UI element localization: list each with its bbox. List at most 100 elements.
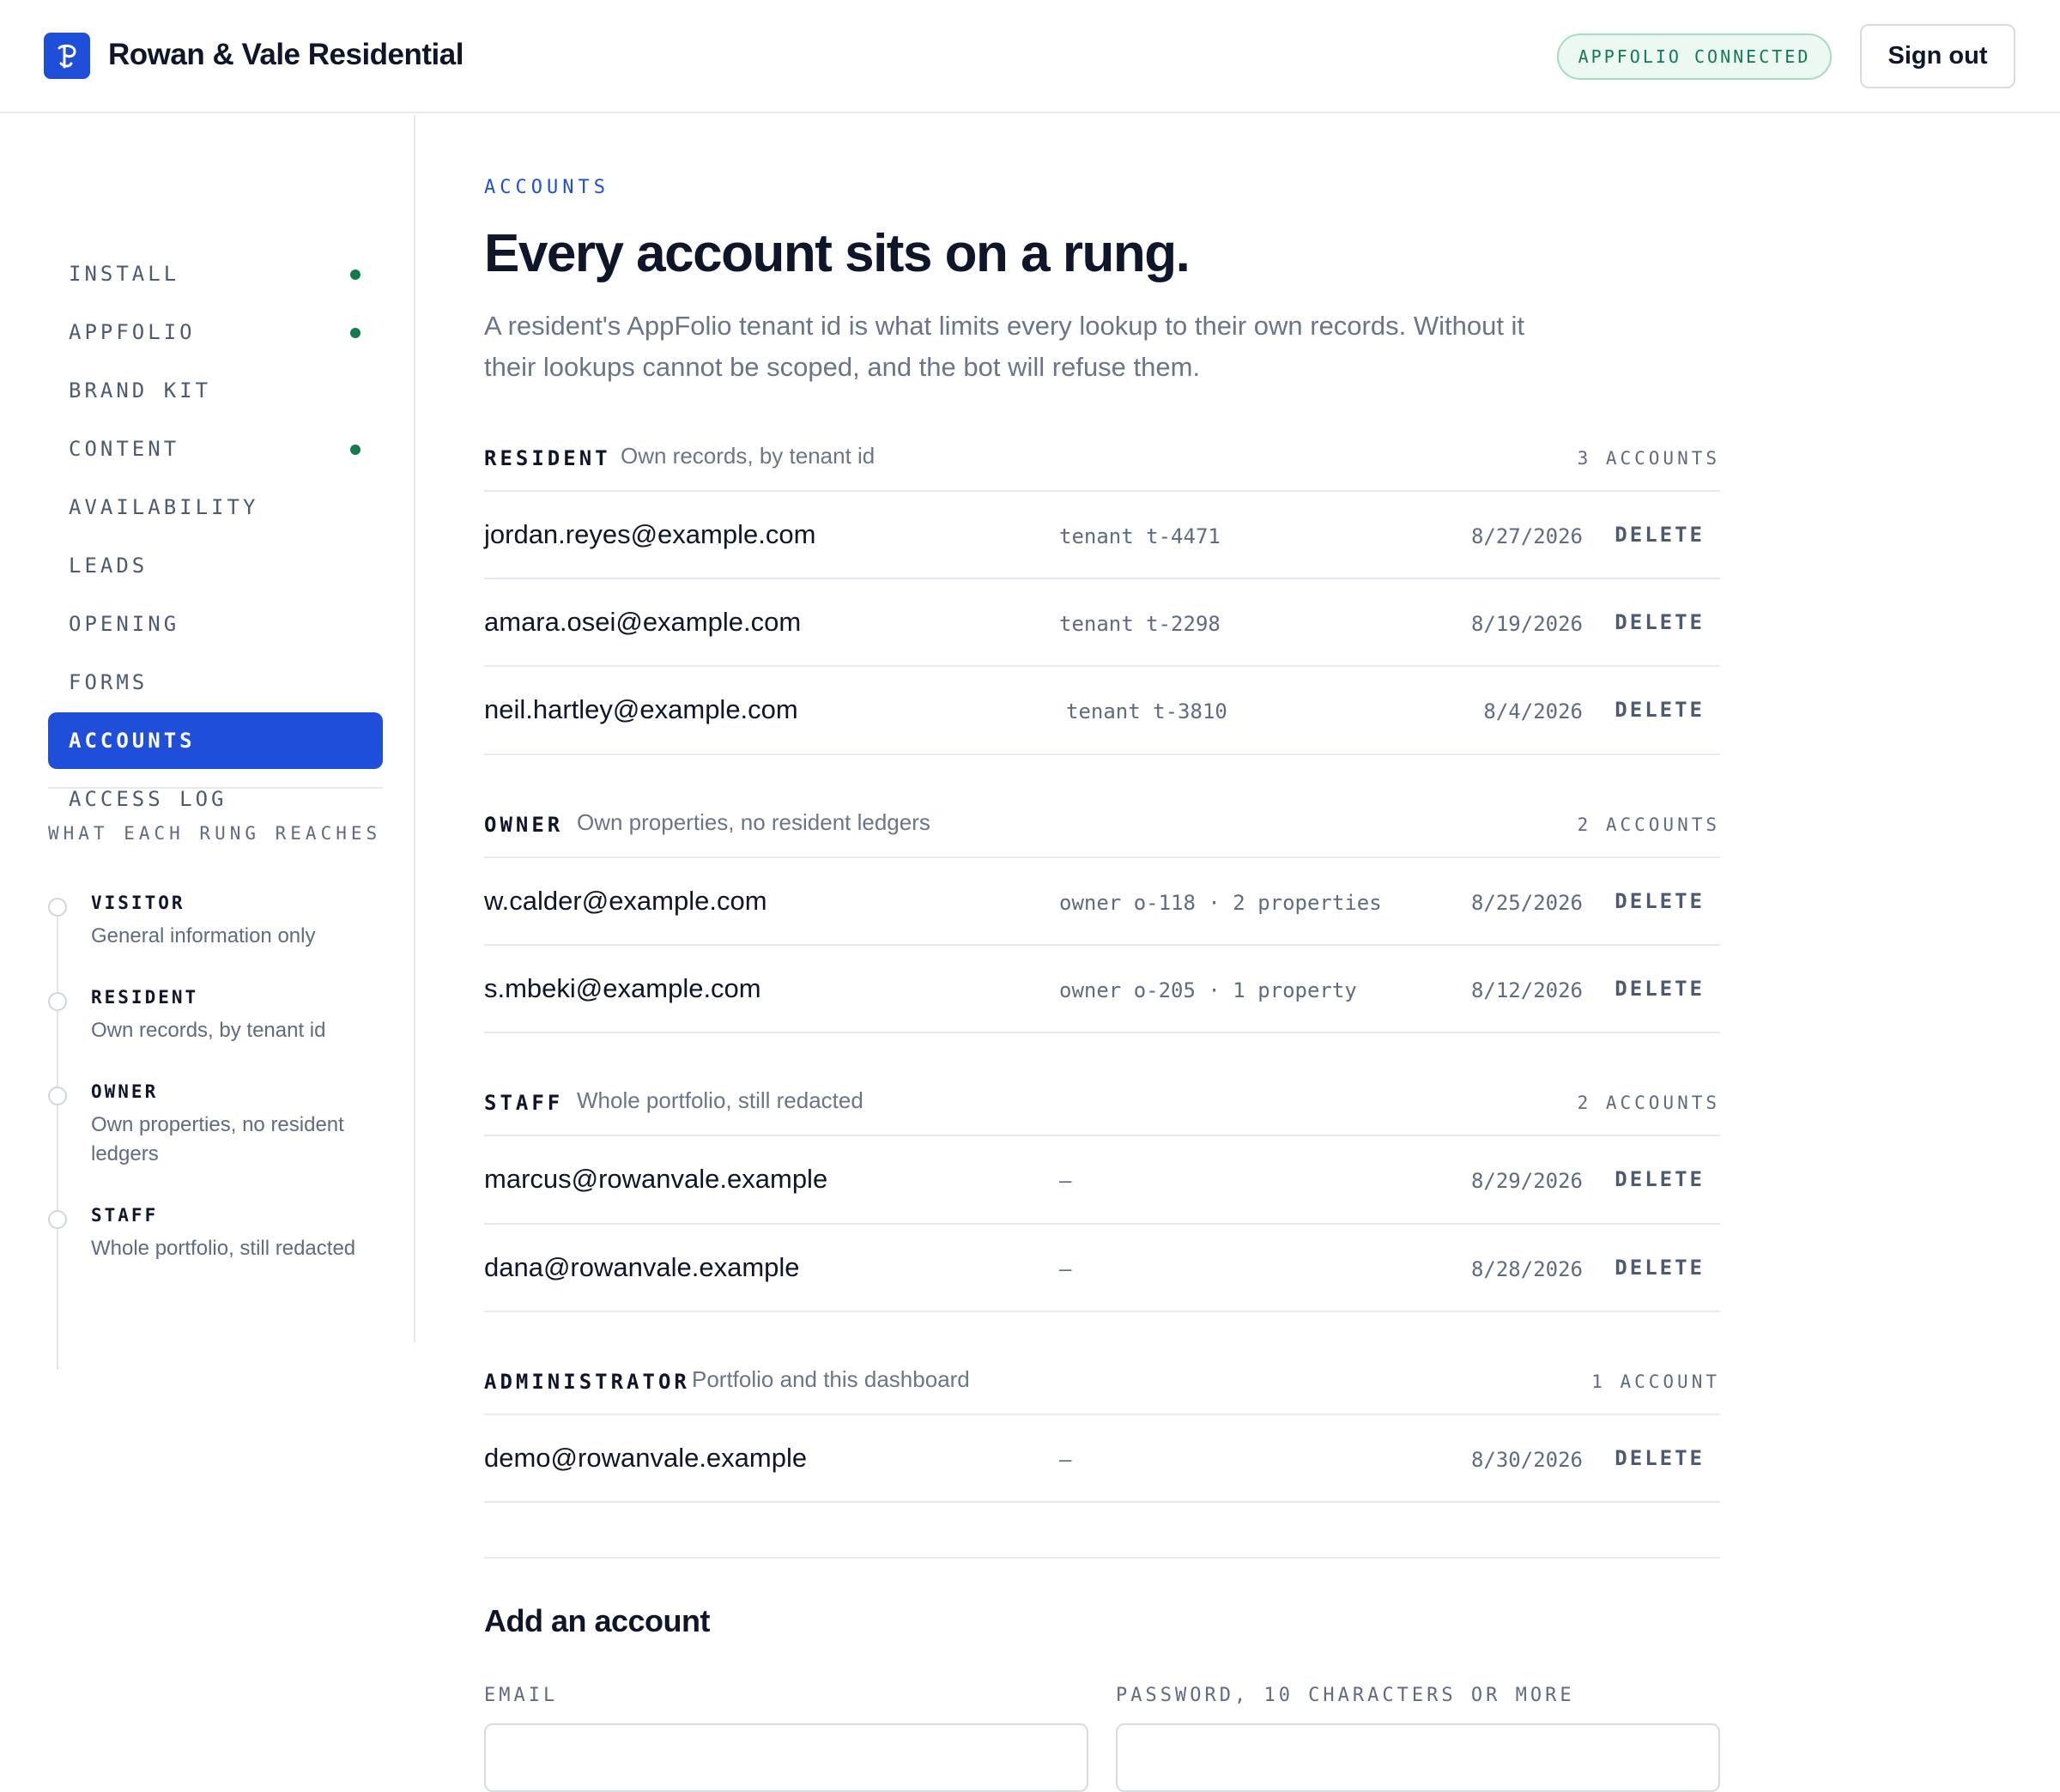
complete-dot-icon: [350, 445, 360, 455]
nav-item-label: AVAILABILITY: [69, 495, 259, 519]
delete-account-button[interactable]: DELETE: [1615, 698, 1705, 722]
account-scope: tenant t-4471: [1059, 524, 1221, 548]
email-input[interactable]: [484, 1723, 1088, 1792]
nav-item-forms[interactable]: FORMS: [48, 654, 383, 711]
group-count: 2 ACCOUNTS: [1577, 1093, 1720, 1113]
nav-item-accounts[interactable]: ACCOUNTS: [48, 712, 383, 769]
account-date: 8/4/2026: [1483, 699, 1583, 723]
group-header-resident: RESIDENT Own records, by tenant id 3 ACC…: [484, 443, 1720, 477]
nav-item-label: ACCOUNTS: [69, 729, 196, 753]
account-date: 8/28/2026: [1470, 1257, 1583, 1281]
section-divider: [484, 1557, 1720, 1559]
account-date: 8/12/2026: [1470, 978, 1583, 1002]
sidebar-divider: [48, 787, 383, 789]
delete-account-button[interactable]: DELETE: [1615, 610, 1705, 634]
rung-description: General information only: [91, 924, 316, 947]
divider: [484, 1032, 1720, 1033]
top-bar: Rowan & Vale Residential APPFOLIO CONNEC…: [0, 0, 2060, 113]
account-row: amara.osei@example.com tenant t-2298 8/1…: [484, 579, 1720, 667]
account-row: demo@rowanvale.example — 8/30/2026 DELET…: [484, 1415, 1720, 1503]
delete-account-button[interactable]: DELETE: [1615, 1167, 1705, 1191]
account-email: jordan.reyes@example.com: [484, 519, 816, 549]
rung-name: VISITOR: [91, 893, 185, 913]
group-description: Whole portfolio, still redacted: [577, 1087, 863, 1113]
sign-out-button[interactable]: Sign out: [1860, 24, 2015, 88]
account-date: 8/25/2026: [1470, 891, 1583, 915]
email-label: EMAIL: [484, 1685, 559, 1706]
brand-logo: [44, 33, 90, 79]
group-name: ADMINISTRATOR: [484, 1370, 690, 1394]
account-scope: owner o-118 · 2 properties: [1059, 891, 1382, 915]
brand-name: Rowan & Vale Residential: [108, 38, 464, 71]
page-title: Every account sits on a rung.: [484, 224, 1191, 283]
group-description: Own properties, no resident ledgers: [577, 809, 930, 835]
password-input[interactable]: [1116, 1723, 1720, 1792]
account-row: jordan.reyes@example.com tenant t-4471 8…: [484, 492, 1720, 579]
divider: [484, 1501, 1720, 1503]
nav-item-label: BRAND KIT: [69, 378, 212, 403]
account-scope: —: [1059, 1257, 1072, 1281]
rung-description: Own properties, no resident ledgers: [91, 1113, 344, 1165]
group-count: 2 ACCOUNTS: [1577, 814, 1720, 835]
nav-item-content[interactable]: CONTENT: [48, 421, 383, 477]
account-row: dana@rowanvale.example — 8/28/2026 DELET…: [484, 1225, 1720, 1312]
account-email: s.mbeki@example.com: [484, 973, 761, 1003]
delete-account-button[interactable]: DELETE: [1615, 1256, 1705, 1280]
nav-item-leads[interactable]: LEADS: [48, 537, 383, 594]
account-scope: owner o-205 · 1 property: [1059, 978, 1357, 1002]
rung-circle-icon: [48, 898, 67, 917]
nav-item-label: OPENING: [69, 612, 180, 636]
section-eyebrow: ACCOUNTS: [484, 177, 609, 198]
account-scope: tenant t-2298: [1059, 612, 1221, 636]
nav-item-label: CONTENT: [69, 437, 180, 461]
account-email: marcus@rowanvale.example: [484, 1164, 828, 1194]
account-row: s.mbeki@example.com owner o-205 · 1 prop…: [484, 946, 1720, 1033]
nav-item-availability[interactable]: AVAILABILITY: [48, 479, 383, 536]
group-name: OWNER: [484, 813, 564, 837]
rung-circle-icon: [48, 1210, 67, 1229]
rung-circle-icon: [48, 992, 67, 1011]
complete-dot-icon: [350, 328, 360, 338]
rungs-heading: WHAT EACH RUNG REACHES: [48, 823, 382, 844]
group-header-staff: STAFF Whole portfolio, still redacted 2 …: [484, 1087, 1720, 1122]
complete-dot-icon: [350, 269, 360, 280]
nav-item-install[interactable]: INSTALL: [48, 245, 383, 302]
nav-item-opening[interactable]: OPENING: [48, 596, 383, 652]
rung-name: STAFF: [91, 1205, 159, 1226]
nav-item-label: APPFOLIO: [69, 320, 196, 344]
account-row: neil.hartley@example.com tenant t-3810 8…: [484, 667, 1720, 754]
nav-item-label: INSTALL: [69, 262, 180, 286]
account-email: amara.osei@example.com: [484, 607, 802, 637]
delete-account-button[interactable]: DELETE: [1615, 977, 1705, 1001]
rung-name: RESIDENT: [91, 987, 199, 1008]
account-email: w.calder@example.com: [484, 886, 767, 916]
nav-item-access-log[interactable]: ACCESS LOG: [48, 771, 383, 827]
delete-account-button[interactable]: DELETE: [1615, 889, 1705, 913]
divider: [484, 754, 1720, 755]
rung-name: OWNER: [91, 1081, 159, 1102]
account-date: 8/30/2026: [1470, 1448, 1583, 1472]
nav-item-brand-kit[interactable]: BRAND KIT: [48, 362, 383, 419]
account-email: neil.hartley@example.com: [484, 694, 798, 724]
account-row: marcus@rowanvale.example — 8/29/2026 DEL…: [484, 1136, 1720, 1224]
rung-circle-icon: [48, 1087, 67, 1105]
group-count: 1 ACCOUNT: [1591, 1371, 1720, 1392]
nav-item-label: ACCESS LOG: [69, 787, 227, 811]
nav-item-appfolio[interactable]: APPFOLIO: [48, 304, 383, 360]
group-header-administrator: ADMINISTRATOR Portfolio and this dashboa…: [484, 1366, 1720, 1401]
group-name: STAFF: [484, 1091, 564, 1115]
rung-description: Own records, by tenant id: [91, 1019, 326, 1042]
nav-item-label: FORMS: [69, 670, 148, 694]
account-scope: tenant t-3810: [1066, 699, 1227, 723]
logo-mark-icon: [58, 44, 76, 69]
account-date: 8/29/2026: [1470, 1169, 1583, 1193]
account-date: 8/27/2026: [1470, 524, 1583, 548]
group-description: Portfolio and this dashboard: [692, 1366, 970, 1392]
account-date: 8/19/2026: [1470, 612, 1583, 636]
rung-description: Whole portfolio, still redacted: [91, 1237, 356, 1260]
delete-account-button[interactable]: DELETE: [1615, 1446, 1705, 1470]
delete-account-button[interactable]: DELETE: [1615, 523, 1705, 547]
group-name: RESIDENT: [484, 446, 611, 470]
sidebar: INSTALL APPFOLIO BRAND KIT CONTENT AVAIL…: [0, 115, 415, 1370]
intro-text: A resident's AppFolio tenant id is what …: [484, 311, 1525, 382]
